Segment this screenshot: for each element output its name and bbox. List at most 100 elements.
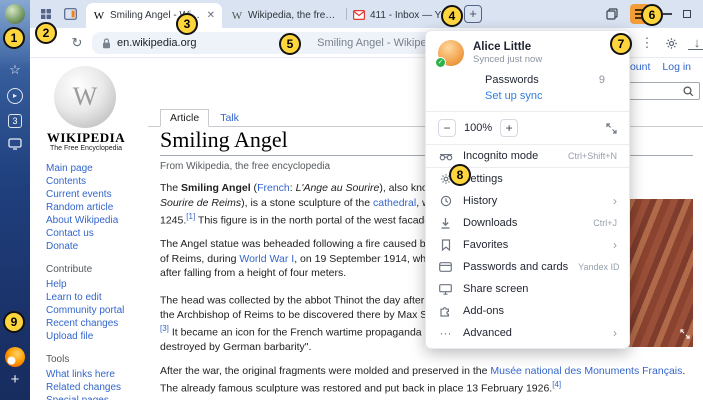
alice-assistant-icon[interactable] (5, 347, 25, 367)
menu-item-shortcut: Ctrl+J (593, 218, 617, 228)
wiki-sidebar-nav: Main page Contents Current events Random… (46, 162, 150, 400)
wikipedia-globe-logo[interactable]: W (54, 66, 116, 128)
wiki-nav-community-portal[interactable]: Community portal (46, 304, 150, 317)
wiki-nav-donate[interactable]: Donate (46, 240, 150, 253)
menu-item-passwords-cards[interactable]: Passwords and cards Yandex ID (426, 256, 629, 278)
tab-count-badge[interactable]: 3 (8, 114, 22, 128)
menu-item-downloads[interactable]: Downloads Ctrl+J (426, 212, 629, 234)
grid-icon (40, 8, 52, 20)
wiki-nav-special-pages[interactable]: Special pages (46, 394, 150, 400)
favorites-bookmark-icon (438, 239, 453, 251)
paragraph: After the war, the original fragments we… (160, 364, 693, 397)
window-maximize-button[interactable] (678, 5, 696, 23)
sync-check-icon: ✓ (435, 57, 446, 68)
callout-2: 2 (35, 22, 57, 44)
tab-talk[interactable]: Talk (211, 110, 248, 126)
menu-item-label: Downloads (463, 217, 583, 229)
tab-title: Wikipedia, the free encycl... (248, 10, 337, 21)
fullscreen-button[interactable] (606, 123, 617, 134)
browser-menu-dropdown: ✓ Alice Little Synced just now Passwords… (425, 30, 630, 349)
ellipsis-icon: ··· (438, 326, 453, 340)
vertical-dots-icon: ⋮ (641, 35, 654, 51)
downloads-icon (438, 217, 453, 229)
log-in-link[interactable]: Log in (662, 61, 691, 73)
search-icon[interactable] (683, 86, 694, 97)
user-avatar: ✓ (438, 40, 464, 66)
zoom-out-button[interactable]: − (438, 119, 456, 137)
bookmarks-star-icon[interactable]: ☆ (0, 62, 30, 78)
refresh-button[interactable]: ↻ (68, 35, 86, 51)
wiki-nav-learn-to-edit[interactable]: Learn to edit (46, 291, 150, 304)
passwords-label: Passwords (485, 74, 539, 86)
image-expand-icon[interactable] (680, 326, 690, 344)
screen-cast-icon[interactable] (0, 138, 30, 154)
window-close-button[interactable]: × (698, 5, 703, 23)
tab-panels-button[interactable] (602, 5, 622, 23)
callout-3: 3 (176, 13, 198, 35)
sidebar-add-icon[interactable]: + (0, 372, 30, 388)
menu-item-passwords-summary[interactable]: Passwords 9 (438, 66, 617, 86)
wiki-nav-contact[interactable]: Contact us (46, 227, 150, 240)
media-play-icon[interactable]: ▸ (7, 88, 23, 104)
menu-item-label: Passwords and cards (463, 261, 568, 273)
menu-item-favorites[interactable]: Favorites › (426, 234, 629, 256)
chevron-right-icon: › (613, 238, 617, 252)
credit-card-icon (438, 262, 453, 272)
menu-item-shortcut: Ctrl+Shift+N (568, 151, 617, 161)
tab-close-icon[interactable]: ✕ (207, 10, 215, 21)
wiki-nav-about[interactable]: About Wikipedia (46, 214, 150, 227)
tab-title: 411 - Inbox — Yandex Mail (370, 10, 451, 21)
addons-button[interactable] (662, 35, 680, 51)
user-name: Alice Little (473, 41, 542, 53)
refresh-icon: ↻ (72, 35, 83, 51)
gear-sparkle-icon (665, 37, 678, 50)
wiki-nav-recent-changes[interactable]: Recent changes (46, 317, 150, 330)
callout-9: 9 (3, 311, 25, 333)
wikipedia-favicon: W (93, 10, 105, 22)
callout-7: 7 (610, 33, 632, 55)
wikipedia-tagline: The Free Encyclopedia (30, 145, 142, 152)
puzzle-icon (438, 305, 453, 317)
wiki-nav-help[interactable]: Help (46, 278, 150, 291)
download-icon: ↓ (694, 35, 701, 50)
windows-icon (606, 8, 618, 20)
wiki-nav-what-links-here[interactable]: What links here (46, 368, 150, 381)
logo-letter: W (73, 82, 98, 112)
wiki-nav-related-changes[interactable]: Related changes (46, 381, 150, 394)
contribute-header: Contribute (46, 264, 150, 275)
new-tab-button[interactable]: + (464, 5, 482, 23)
menu-item-label: History (463, 195, 603, 207)
downloads-button[interactable]: ↓ (688, 36, 703, 50)
callout-1: 1 (3, 27, 25, 49)
browser-window: ☆ ▸ 3 + W Smiling Angel - Wi... ✕ W Wiki… (0, 0, 703, 400)
callout-6: 6 (641, 4, 663, 26)
wiki-nav-main-page[interactable]: Main page (46, 162, 150, 175)
menu-item-share-screen[interactable]: Share screen (426, 278, 629, 300)
tools-header: Tools (46, 354, 150, 365)
page-title-text: Smiling Angel - Wikipedi (317, 37, 435, 49)
panel-icon (64, 8, 77, 20)
callout-5: 5 (279, 33, 301, 55)
extensions-overflow-button[interactable]: ⋮ (638, 35, 656, 51)
tab-wikipedia-home[interactable]: W Wikipedia, the free encycl... (224, 3, 344, 28)
set-up-sync-link[interactable]: Set up sync (438, 86, 617, 111)
profile-avatar[interactable] (5, 4, 25, 24)
wiki-nav-contents[interactable]: Contents (46, 175, 150, 188)
side-panel-toggle-button[interactable] (60, 5, 80, 23)
mail-favicon (353, 10, 365, 22)
menu-header: ✓ Alice Little Synced just now Passwords… (426, 31, 629, 111)
yandex-id-badge: Yandex ID (578, 262, 619, 272)
menu-item-history[interactable]: History › (426, 190, 629, 212)
wiki-nav-random-article[interactable]: Random article (46, 201, 150, 214)
tab-article[interactable]: Article (160, 109, 209, 127)
wiki-nav-current-events[interactable]: Current events (46, 188, 150, 201)
menu-item-advanced[interactable]: ··· Advanced › (426, 322, 629, 344)
wikipedia-favicon: W (231, 10, 243, 22)
menu-item-addons[interactable]: Add-ons (426, 300, 629, 322)
zoom-in-button[interactable]: + (500, 119, 518, 137)
tab-smiling-angel[interactable]: W Smiling Angel - Wi... ✕ (86, 3, 222, 28)
history-icon (438, 195, 453, 207)
sync-account[interactable]: ✓ Alice Little Synced just now (438, 40, 617, 66)
wiki-nav-upload-file[interactable]: Upload file (46, 330, 150, 343)
tableau-button[interactable] (36, 5, 56, 23)
